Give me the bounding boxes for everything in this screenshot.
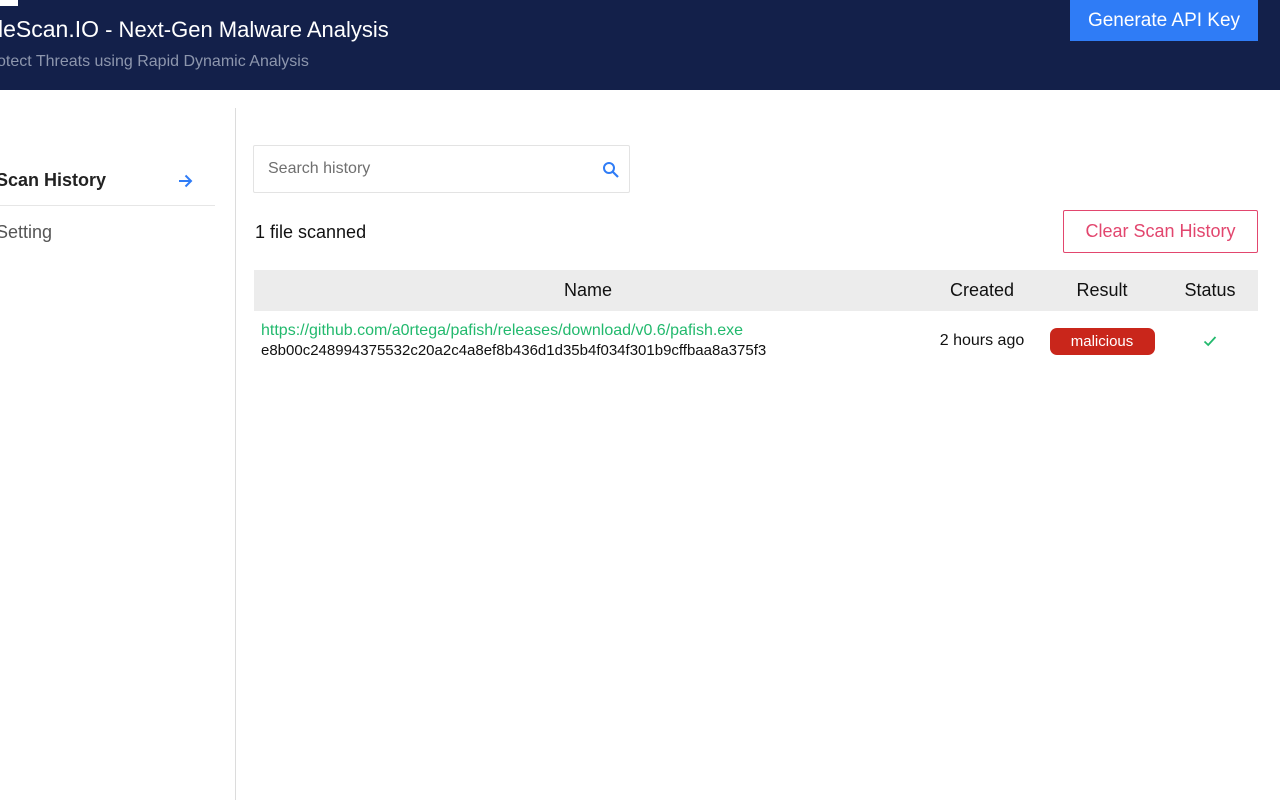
sidebar-item-label: Scan History (0, 170, 107, 190)
file-name-cell: https://github.com/a0rtega/pafish/releas… (261, 321, 921, 361)
logo (0, 0, 18, 6)
app-subtitle: otect Threats using Rapid Dynamic Analys… (0, 53, 309, 70)
clear-scan-history-button[interactable]: Clear Scan History (1063, 210, 1258, 253)
column-header-status: Status (1184, 280, 1236, 300)
search-box (253, 145, 630, 193)
file-hash: e8b00c248994375532c20a2c4a8ef8b436d1d35b… (261, 342, 767, 359)
app-header: leScan.IO - Next-Gen Malware Analysis ot… (0, 0, 1280, 90)
search-input[interactable] (254, 146, 584, 192)
column-header-name: Name (563, 280, 612, 300)
result-cell: malicious (1042, 311, 1162, 371)
brand-name: leScan.IO (0, 16, 99, 42)
created-cell: 2 hours ago (939, 332, 1025, 349)
search-icon[interactable] (602, 161, 620, 179)
sidebar: Scan History Setting (0, 108, 236, 800)
file-count: 1 file scanned (255, 222, 367, 242)
file-url-link[interactable]: https://github.com/a0rtega/pafish/releas… (261, 321, 921, 340)
generate-api-key-button[interactable]: Generate API Key (1070, 0, 1258, 41)
column-header-result: Result (1076, 280, 1128, 300)
result-badge: malicious (1049, 327, 1155, 355)
scan-history-table: Name Created Result Status https://githu… (254, 270, 1258, 371)
sidebar-item-setting[interactable]: Setting (0, 207, 215, 257)
status-cell (1162, 311, 1258, 371)
table-row[interactable]: https://github.com/a0rtega/pafish/releas… (254, 311, 1258, 371)
sidebar-item-label: Setting (0, 221, 53, 242)
column-header-created: Created (949, 280, 1015, 300)
arrow-right-icon (179, 174, 193, 188)
checkmark-icon (1203, 336, 1217, 347)
sidebar-item-scan-history[interactable]: Scan History (0, 156, 215, 206)
table-header: Name Created Result Status (254, 270, 1258, 311)
app-tagline: - Next-Gen Malware Analysis (99, 17, 389, 42)
app-title: leScan.IO - Next-Gen Malware Analysis (0, 16, 389, 43)
